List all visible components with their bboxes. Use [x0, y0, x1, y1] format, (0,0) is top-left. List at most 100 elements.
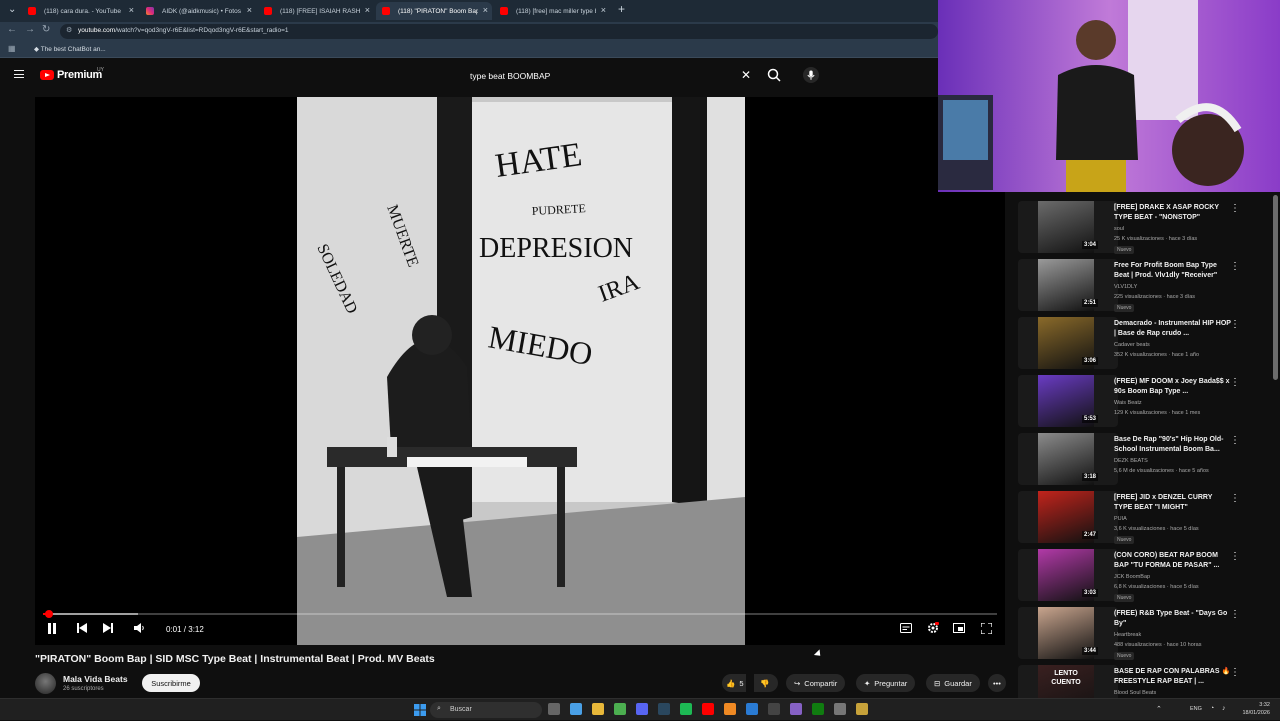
close-tab-icon[interactable]: × — [247, 5, 252, 15]
related-thumbnail[interactable]: 3:44 — [1018, 607, 1118, 659]
related-title[interactable]: (FREE) R&B Type Beat - "Days Go By" — [1114, 609, 1232, 628]
related-title[interactable]: Demacrado - Instrumental HIP HOP | Base … — [1114, 319, 1232, 338]
file-explorer-icon[interactable] — [592, 703, 604, 715]
scrubber-handle[interactable] — [44, 610, 53, 618]
task-view-icon[interactable] — [548, 703, 560, 715]
search-icon[interactable] — [766, 67, 782, 83]
scrollbar[interactable] — [1273, 195, 1278, 380]
more-vertical-icon[interactable]: ⋮ — [1230, 667, 1240, 678]
fl-studio-icon[interactable] — [724, 703, 736, 715]
more-actions-button[interactable]: ••• — [988, 674, 1006, 692]
pause-icon[interactable] — [45, 620, 59, 636]
microphone-icon[interactable] — [803, 67, 819, 83]
miniplayer-icon[interactable] — [952, 620, 966, 636]
previous-icon[interactable] — [75, 620, 89, 636]
settings-gear-icon[interactable] — [926, 620, 940, 636]
more-vertical-icon[interactable]: ⋮ — [1230, 261, 1240, 272]
steam-icon[interactable] — [658, 703, 670, 715]
network-icon[interactable]: ◔ — [1210, 705, 1214, 712]
related-thumbnail[interactable]: 3:06 — [1018, 317, 1118, 369]
xbox-icon[interactable] — [812, 703, 824, 715]
browser-tab[interactable]: AIDK (@aidkmusic) • Fotos y vi × — [140, 2, 256, 20]
channel-avatar[interactable] — [35, 673, 56, 694]
related-thumbnail[interactable]: 3:18 — [1018, 433, 1118, 485]
related-channel[interactable]: JCK BoomBap — [1114, 574, 1150, 580]
clock[interactable]: 3:32 18/01/2026 — [1236, 702, 1270, 717]
related-thumbnail[interactable]: LENTO CUENTO — [1018, 665, 1118, 700]
search-input[interactable]: type beat BOOMBAP — [470, 71, 550, 81]
discord-icon[interactable] — [636, 703, 648, 715]
more-vertical-icon[interactable]: ⋮ — [1230, 377, 1240, 388]
related-video-item[interactable]: 3:44 (FREE) R&B Type Beat - "Days Go By" H… — [1010, 603, 1272, 661]
related-thumbnail[interactable]: 3:03 — [1018, 549, 1118, 601]
related-title[interactable]: Free For Profit Boom Bap Type Beat | Pro… — [1114, 261, 1232, 280]
more-vertical-icon[interactable]: ⋮ — [1230, 435, 1240, 446]
related-channel[interactable]: DEZK BEATS — [1114, 458, 1148, 464]
back-arrow-icon[interactable]: ← — [7, 24, 17, 35]
epic-games-icon[interactable] — [768, 703, 780, 715]
related-video-item[interactable]: 5:53 (FREE) MF DOOM x Joey Bada$$ x 90s B… — [1010, 371, 1272, 429]
next-icon[interactable] — [101, 620, 115, 636]
youtube-music-icon[interactable] — [702, 703, 714, 715]
related-video-item[interactable]: 2:51 Free For Profit Boom Bap Type Beat |… — [1010, 255, 1272, 313]
related-channel[interactable]: Heartbreak — [1114, 632, 1141, 638]
close-tab-icon[interactable]: × — [365, 5, 370, 15]
address-bar[interactable]: ⚙ youtube.com/watch?v=qod3ngV-r6E&list=R… — [60, 24, 938, 39]
chevron-up-icon[interactable]: ⌃ — [1156, 705, 1162, 713]
new-tab-plus-icon[interactable]: + — [618, 2, 625, 16]
related-channel[interactable]: Wais Beatz — [1114, 400, 1142, 406]
language-indicator[interactable]: ENG — [1190, 706, 1202, 712]
related-video-item[interactable]: 3:06 Demacrado - Instrumental HIP HOP | B… — [1010, 313, 1272, 371]
fullscreen-icon[interactable] — [979, 620, 993, 636]
volume-icon[interactable] — [133, 620, 147, 636]
related-video-item[interactable]: LENTO CUENTO BASE DE RAP CON PALABRAS 🔥FR… — [1010, 661, 1272, 700]
related-thumbnail[interactable]: 5:53 — [1018, 375, 1118, 427]
more-vertical-icon[interactable]: ⋮ — [1230, 319, 1240, 330]
related-video-item[interactable]: 3:03 (CON CORO) BEAT RAP BOOM BAP "TU FOR… — [1010, 545, 1272, 603]
related-thumbnail[interactable]: 3:04 — [1018, 201, 1118, 253]
more-vertical-icon[interactable]: ⋮ — [1230, 609, 1240, 620]
hamburger-menu-icon[interactable] — [14, 70, 24, 78]
youtube-premium-brand[interactable]: Premium — [57, 69, 102, 81]
video-player[interactable]: HATE PUDRETE DEPRESION MIEDO IRA MUERTE SOLEDA… — [35, 97, 1005, 645]
forward-arrow-icon[interactable]: → — [25, 24, 35, 35]
reload-icon[interactable]: ↻ — [42, 24, 50, 35]
search-box[interactable]: type beat BOOMBAP ✕ — [462, 66, 762, 84]
copilot-icon[interactable] — [570, 703, 582, 715]
apps-grid-icon[interactable]: ▦ — [8, 44, 16, 53]
browser-tab[interactable]: (118) "PIRATON" Boom Bap × — [376, 2, 492, 20]
close-tab-icon[interactable]: × — [483, 5, 488, 15]
like-button[interactable]: 👍 5 — [722, 674, 746, 692]
related-channel[interactable]: Cadaver beats — [1114, 342, 1150, 348]
related-title[interactable]: [FREE] DRAKE X ASAP ROCKY TYPE BEAT - "N… — [1114, 203, 1232, 222]
related-title[interactable]: BASE DE RAP CON PALABRAS 🔥FREESTYLE RAP … — [1114, 667, 1232, 686]
youtube-logo-icon[interactable] — [40, 70, 54, 80]
settings-app-icon[interactable] — [834, 703, 846, 715]
taskbar-search-box[interactable]: ⌕ Buscar — [430, 702, 542, 718]
more-vertical-icon[interactable]: ⋮ — [1230, 203, 1240, 214]
related-channel[interactable]: VLV1DLY — [1114, 284, 1137, 290]
chrome-icon[interactable] — [614, 703, 626, 715]
browser-tab[interactable]: (118) [free] mac miller type beat × — [494, 2, 610, 20]
related-video-item[interactable]: 3:04 [FREE] DRAKE X ASAP ROCKY TYPE BEAT … — [1010, 197, 1272, 255]
volume-tray-icon[interactable]: ♪ — [1222, 705, 1226, 712]
related-title[interactable]: (CON CORO) BEAT RAP BOOM BAP "TU FORMA D… — [1114, 551, 1232, 570]
related-channel[interactable]: PUIA — [1114, 516, 1127, 522]
save-button[interactable]: ⊟ Guardar — [926, 674, 980, 692]
clear-search-icon[interactable]: ✕ — [741, 68, 751, 82]
bookmark-item[interactable]: ◆ The best ChatBot an... — [34, 45, 106, 53]
browser-tab[interactable]: (118) cara dura. - YouTube × — [22, 2, 138, 20]
subscribe-button[interactable]: Suscribirme — [142, 674, 200, 692]
visual-studio-icon[interactable] — [790, 703, 802, 715]
related-channel[interactable]: soul — [1114, 226, 1124, 232]
share-button[interactable]: ↪ Compartir — [786, 674, 846, 692]
spotify-icon[interactable] — [680, 703, 692, 715]
dislike-button[interactable]: 👎 — [754, 674, 778, 692]
ask-button[interactable]: ✦ Preguntar — [856, 674, 916, 692]
related-video-item[interactable]: 2:47 [FREE] JID x DENZEL CURRY TYPE BEAT … — [1010, 487, 1272, 545]
related-thumbnail[interactable]: 2:51 — [1018, 259, 1118, 311]
site-info-icon[interactable]: ⚙ — [66, 26, 72, 34]
related-title[interactable]: Base De Rap "90's" Hip Hop Old-School In… — [1114, 435, 1232, 454]
notification-app-icon[interactable] — [856, 703, 868, 715]
tab-list-chevron-icon[interactable]: ⌄ — [8, 4, 16, 15]
